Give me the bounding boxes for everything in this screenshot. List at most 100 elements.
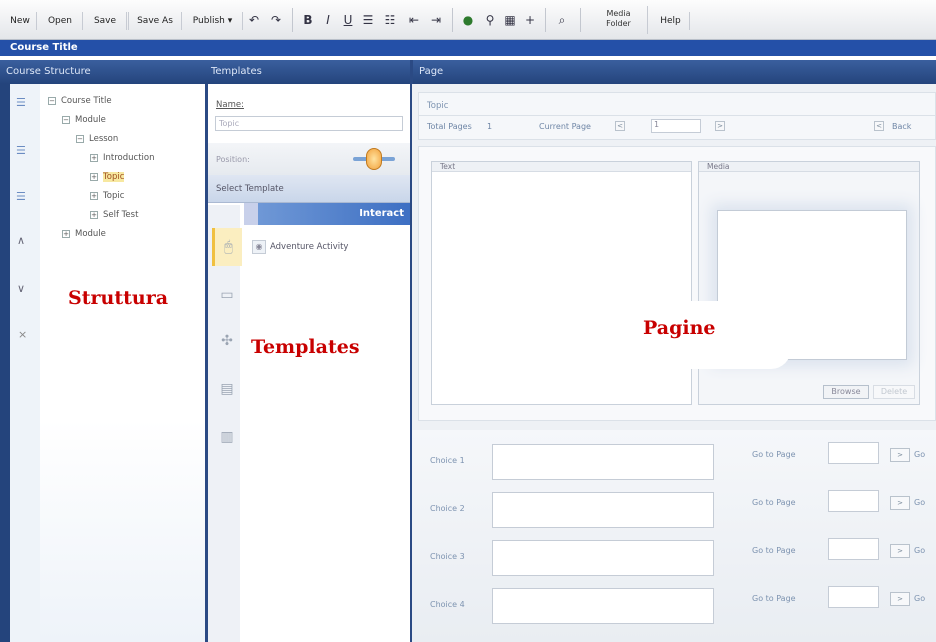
outdent-icon[interactable]: ⇤ [404,10,424,30]
tree-item[interactable]: − Module [48,111,205,130]
page-info-box: Topic Total Pages 1 Current Page < 1 > <… [418,92,936,140]
open-button[interactable]: Open [38,12,83,30]
adventure-activity-item[interactable]: Adventure Activity [270,242,348,252]
course-structure-header: Course Structure [0,60,205,84]
underline-button[interactable]: U [338,10,358,30]
tree-item[interactable]: − Course Title [48,92,205,111]
go-to-page-input[interactable] [828,490,879,512]
back-label: Back [892,122,912,131]
tree-item-label: Module [75,229,106,239]
media-category-icon[interactable]: ▭ [212,276,242,314]
go-button[interactable]: > [890,544,910,558]
quiz-category-icon[interactable]: ▥ [212,418,242,456]
go-to-page-label: Go to Page [752,594,796,603]
tree-item-label: Topic [103,172,125,182]
choice-label: Choice 3 [430,552,465,561]
go-to-page-label: Go to Page [752,546,796,555]
preview-icon[interactable]: ⌕ [552,10,572,30]
choice-label: Choice 2 [430,504,465,513]
go-button[interactable]: > [890,496,910,510]
go-to-page-input[interactable] [828,538,879,560]
course-tree: − Course Title − Module − Lesson + Introduction… [40,84,205,642]
table-icon[interactable]: ▦ [500,10,520,30]
prev-page-button[interactable]: < [615,121,625,131]
tree-item-label: Lesson [89,134,119,144]
add-lesson-icon[interactable]: ☰ [16,190,26,203]
separator [545,8,546,32]
total-pages-value: 1 [487,122,493,131]
tree-item[interactable]: + Self Test [48,206,205,225]
puzzle-category-icon[interactable]: ✣ [212,322,242,360]
bullet-list-icon[interactable]: ☰ [358,10,378,30]
separator [292,8,293,32]
document-category-icon[interactable]: ▤ [212,370,242,408]
link-icon[interactable]: ● [458,10,478,30]
position-slider-knob[interactable] [366,148,382,170]
collapse-icon[interactable]: − [76,134,84,143]
expand-icon[interactable]: + [90,172,98,181]
expand-icon[interactable]: + [90,153,98,162]
numbered-list-icon[interactable]: ☷ [380,10,400,30]
go-button[interactable]: > [890,592,910,606]
collapse-icon[interactable]: − [48,96,56,105]
media-folder-button[interactable]: Media Folder [590,6,648,34]
move-up-icon[interactable]: ∧ [17,234,25,247]
go-label: Go [914,450,926,459]
indent-icon[interactable]: ⇥ [426,10,446,30]
choice-label: Choice 1 [430,456,465,465]
help-button[interactable]: Help [652,12,690,30]
expand-icon[interactable]: + [90,210,98,219]
save-as-button[interactable]: Save As [128,12,182,30]
go-button[interactable]: > [890,448,910,462]
interact-tab[interactable]: Interact [244,203,410,225]
attachment-icon[interactable]: ⚲ [480,10,500,30]
tree-item[interactable]: + Topic [48,187,205,206]
publish-button[interactable]: Publish ▾ [183,12,243,30]
tree-item-label: Module [75,115,106,125]
separator [580,8,581,32]
name-input[interactable]: Topic [215,116,403,131]
bold-button[interactable]: B [298,10,318,30]
go-to-page-label: Go to Page [752,450,796,459]
add-module-icon[interactable]: ☰ [16,144,26,157]
name-label: Name: [216,100,244,110]
pagine-label: Pagine [643,317,716,339]
add-course-icon[interactable]: ☰ [16,96,26,109]
go-to-page-input[interactable] [828,442,879,464]
choice-input[interactable] [492,588,714,624]
activity-icon: ◉ [252,240,266,254]
expand-icon[interactable]: + [62,229,70,238]
tree-item[interactable]: + Topic [48,168,205,187]
save-button[interactable]: Save [84,12,127,30]
page-panel: Topic Total Pages 1 Current Page < 1 > <… [412,84,936,642]
browse-button[interactable]: Browse [823,385,869,399]
choice-label: Choice 4 [430,600,465,609]
undo-icon[interactable]: ↶ [244,10,264,30]
new-button[interactable]: New [4,12,37,30]
expand-icon[interactable]: + [90,191,98,200]
next-page-button[interactable]: > [715,121,725,131]
choice-input[interactable] [492,492,714,528]
tree-item[interactable]: − Lesson [48,130,205,149]
course-title-bar: Course Title [0,40,936,56]
structure-toolbar: ☰ ☰ ☰ ∧ ∨ × [10,84,40,642]
italic-button[interactable]: I [318,10,338,30]
delete-button[interactable]: Delete [873,385,915,399]
collapse-icon[interactable]: − [62,115,70,124]
tree-item[interactable]: + Module [48,225,205,244]
delete-icon[interactable]: × [18,328,27,341]
move-down-icon[interactable]: ∨ [17,282,25,295]
struttura-label: Struttura [68,287,169,309]
back-button[interactable]: < [874,121,884,131]
choice-input[interactable] [492,540,714,576]
add-icon[interactable]: + [520,10,540,30]
tree-item[interactable]: + Introduction [48,149,205,168]
page-header: Page [413,60,936,84]
interact-category-icon[interactable]: 🖱 [212,228,242,266]
select-template-bar: Select Template [208,175,410,203]
total-pages-label: Total Pages [427,122,472,131]
go-to-page-input[interactable] [828,586,879,608]
current-page-input[interactable]: 1 [651,119,701,133]
redo-icon[interactable]: ↷ [266,10,286,30]
choice-input[interactable] [492,444,714,480]
